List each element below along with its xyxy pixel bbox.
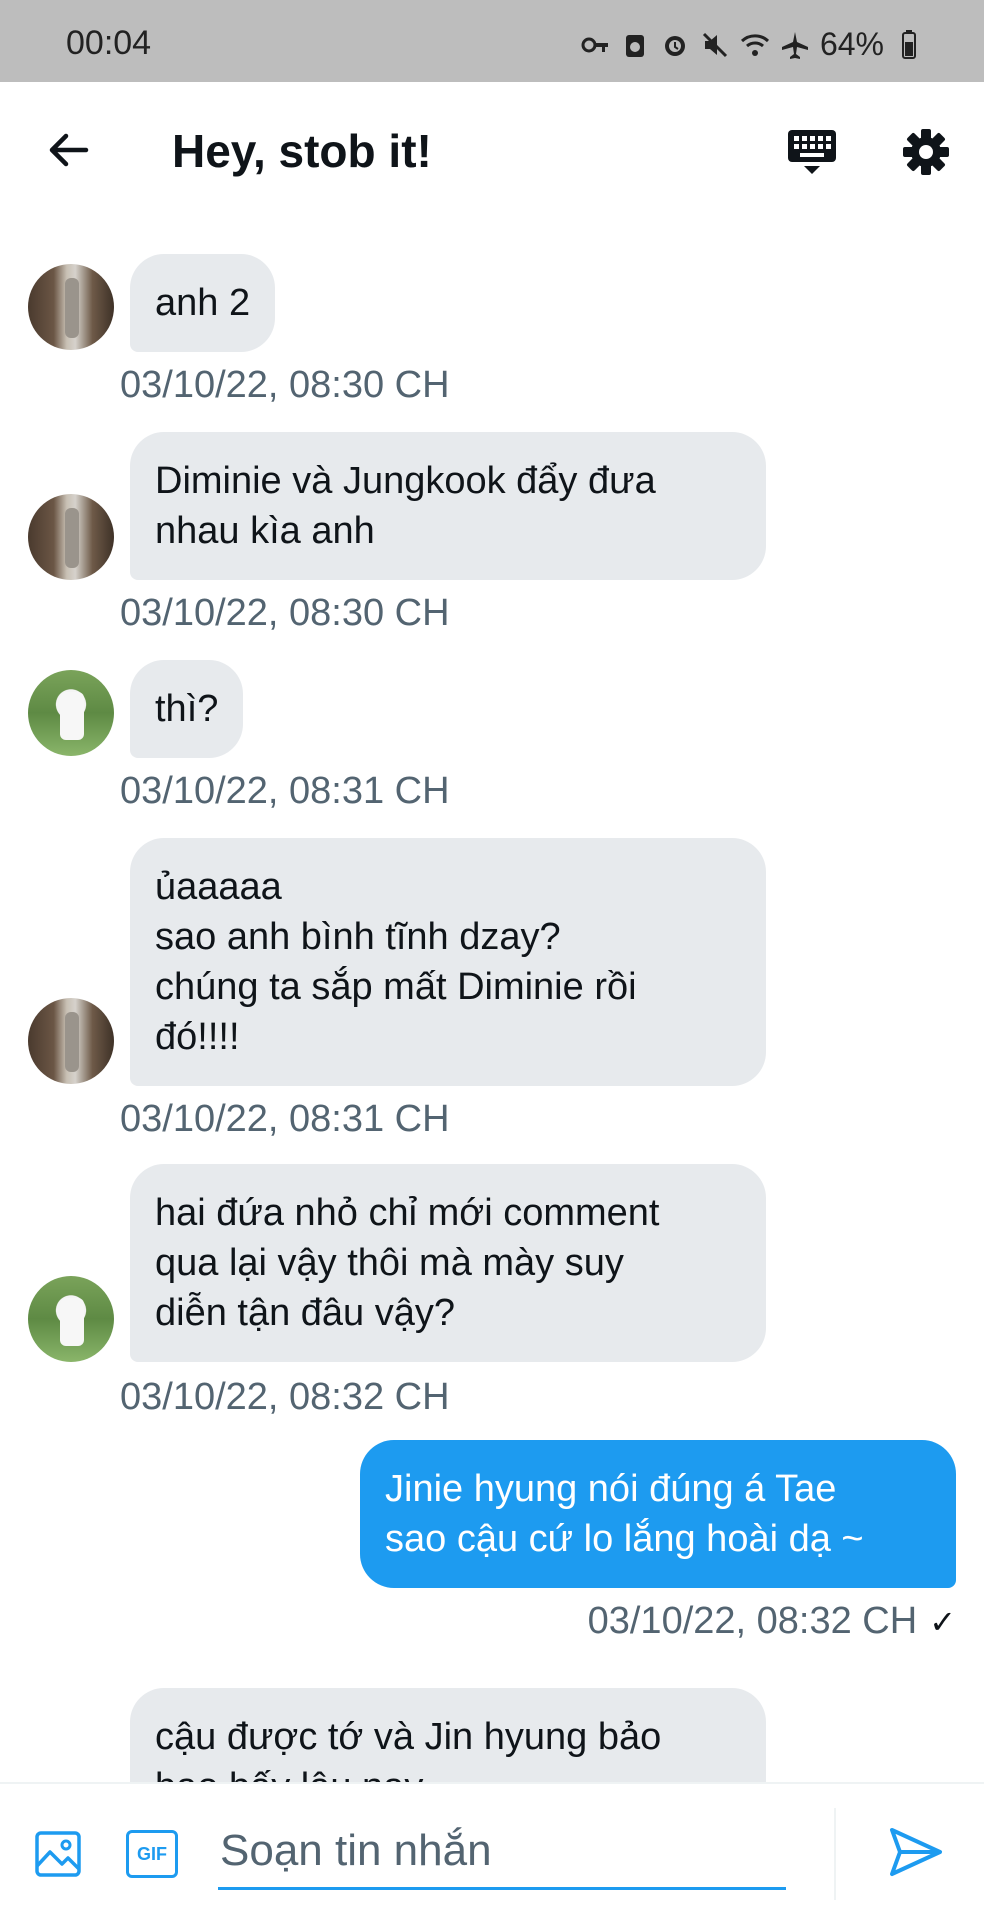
avatar[interactable] xyxy=(28,264,114,350)
message-timestamp: 03/10/22, 08:30 CH xyxy=(120,364,450,406)
status-bar: 00:04 64% xyxy=(0,0,984,82)
status-icons: 64% xyxy=(580,26,924,63)
battery-percent: 64% xyxy=(819,26,884,62)
back-button[interactable] xyxy=(40,122,96,178)
keyboard-icon xyxy=(788,130,836,174)
status-time: 00:04 xyxy=(66,24,152,62)
send-icon xyxy=(890,1828,942,1876)
sent-check-icon: ✓ xyxy=(929,1603,956,1640)
message-composer: GIF xyxy=(0,1782,984,1922)
message-bubble[interactable]: cậu được tớ và Jin hyung bảo bao bấy lâu… xyxy=(130,1688,766,1782)
key-icon xyxy=(580,30,610,60)
conversation-header: Hey, stob it! xyxy=(0,82,984,220)
airplane-icon xyxy=(780,30,810,60)
cloud-sync-icon xyxy=(620,30,650,60)
avatar[interactable] xyxy=(28,494,114,580)
message-bubble[interactable]: thì? xyxy=(130,660,244,758)
keyboard-button[interactable] xyxy=(782,122,842,182)
gif-button[interactable]: GIF xyxy=(126,1830,178,1878)
battery-icon xyxy=(894,29,924,60)
send-button[interactable] xyxy=(888,1824,944,1880)
mute-icon xyxy=(700,30,730,60)
my-message-bubble[interactable]: Jinie hyung nói đúng á Tae sao cậu cứ lo… xyxy=(360,1440,956,1588)
message-timestamp: 03/10/22, 08:32 CH xyxy=(587,1600,918,1642)
message-bubble[interactable]: ủaaaaa sao anh bình tĩnh dzay? chúng ta … xyxy=(130,838,766,1086)
composer-divider xyxy=(834,1808,836,1900)
my-message-timestamp: 03/10/22, 08:32 CH ✓ xyxy=(588,1600,956,1643)
message-timestamp: 03/10/22, 08:30 CH xyxy=(120,592,450,634)
image-icon xyxy=(35,1831,81,1877)
add-media-button[interactable] xyxy=(34,1830,82,1878)
gear-icon xyxy=(903,129,949,175)
message-bubble[interactable]: Diminie và Jungkook đẩy đưa nhau kìa anh xyxy=(130,432,766,580)
avatar[interactable] xyxy=(28,670,114,756)
message-timestamp: 03/10/22, 08:31 CH xyxy=(120,1098,450,1140)
avatar[interactable] xyxy=(28,1276,114,1362)
conversation-title: Hey, stob it! xyxy=(172,125,432,177)
settings-button[interactable] xyxy=(896,122,956,182)
message-bubble[interactable]: anh 2 xyxy=(130,254,276,352)
alarm-icon xyxy=(660,30,690,60)
back-arrow-icon xyxy=(49,133,89,167)
message-timestamp: 03/10/22, 08:32 CH xyxy=(120,1376,450,1418)
message-timestamp: 03/10/22, 08:31 CH xyxy=(120,770,450,812)
message-input[interactable] xyxy=(218,1814,786,1890)
message-list[interactable]: anh 2 03/10/22, 08:30 CH Diminie và Jung… xyxy=(0,220,984,1782)
avatar[interactable] xyxy=(28,998,114,1084)
message-bubble[interactable]: hai đứa nhỏ chỉ mới comment qua lại vậy … xyxy=(130,1164,766,1362)
wifi-icon xyxy=(740,30,770,60)
